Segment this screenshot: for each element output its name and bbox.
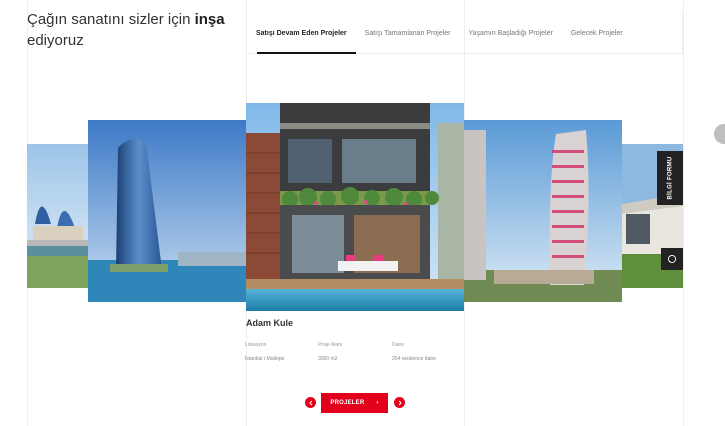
- units-value: 254 residence daire: [392, 356, 436, 362]
- tab-living-started[interactable]: Yaşamın Başladığı Projeler: [460, 14, 562, 54]
- prev-project-button[interactable]: [305, 397, 316, 408]
- tab-completed-sales[interactable]: Satışı Tamamlanan Projeler: [356, 14, 460, 54]
- headline-line2: ediyoruz: [27, 32, 84, 49]
- units-label: Daire: [392, 342, 404, 348]
- projects-button-label: PROJELER: [330, 400, 365, 406]
- chevron-left-icon: [308, 400, 312, 405]
- headline-bold: inşa: [194, 11, 225, 28]
- project-image-tower-towers: [464, 120, 622, 302]
- project-image-waterfront: [27, 144, 88, 288]
- project-units: Daire 254 residence daire: [392, 338, 436, 366]
- chevron-right-icon: ›: [376, 400, 379, 406]
- info-form-tab[interactable]: BİLGİ FORMU: [657, 151, 683, 205]
- next-project-button[interactable]: [394, 397, 405, 408]
- area-label: Proje Alanı: [318, 342, 343, 348]
- project-name: Adam Kule: [246, 318, 294, 328]
- whatsapp-button[interactable]: [661, 248, 683, 270]
- layout-guide-right: [683, 0, 684, 426]
- location-value: İstanbul / Maltepe: [245, 356, 285, 362]
- area-value: 3000 m2: [318, 356, 338, 362]
- project-image-glass-tower: [88, 120, 246, 302]
- project-location: Lokasyon İstanbul / Maltepe: [245, 338, 284, 366]
- project-slide-left[interactable]: [88, 120, 246, 302]
- projects-button[interactable]: PROJELER ›: [321, 393, 388, 413]
- project-area: Proje Alanı 3000 m2: [318, 338, 342, 366]
- tab-ongoing-sales[interactable]: Satışı Devam Eden Projeler: [247, 14, 356, 54]
- whatsapp-icon: [667, 254, 677, 264]
- scroll-indicator[interactable]: [714, 124, 725, 144]
- project-image-adam-kule: [246, 103, 464, 311]
- project-slide-active[interactable]: [246, 103, 464, 311]
- project-slide-right[interactable]: [464, 120, 622, 302]
- project-tabs: Satışı Devam Eden Projeler Satışı Tamaml…: [246, 14, 683, 54]
- info-form-label: BİLGİ FORMU: [667, 156, 673, 200]
- headline-text: Çağın sanatını sizler için: [27, 11, 195, 28]
- page-headline: Çağın sanatını sizler için inşa ediyoruz: [27, 9, 242, 51]
- location-label: Lokasyon: [245, 342, 267, 348]
- project-slide-far-left[interactable]: [27, 144, 88, 288]
- tab-future-projects[interactable]: Gelecek Projeler: [562, 14, 632, 54]
- chevron-right-icon: [398, 400, 402, 405]
